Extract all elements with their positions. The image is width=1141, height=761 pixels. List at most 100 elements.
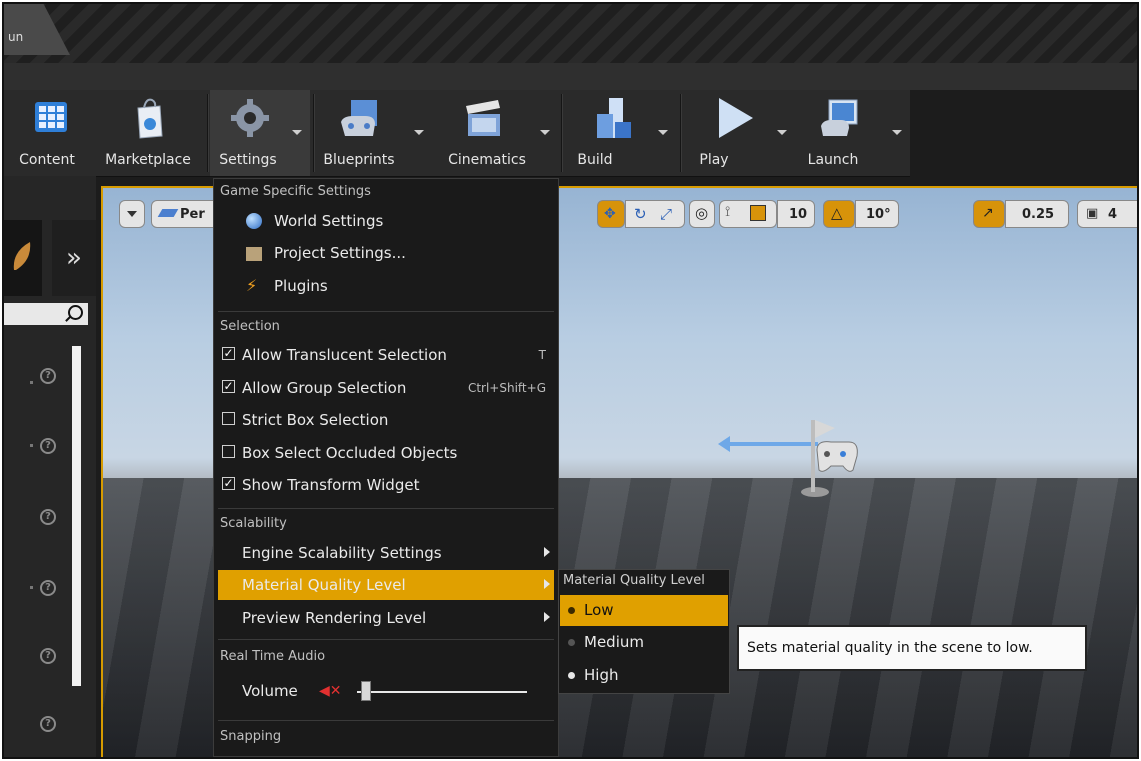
launch-dropdown-icon <box>892 130 902 135</box>
quality-high-label: High <box>584 666 619 684</box>
settings-button[interactable]: Settings <box>210 90 310 176</box>
foliage-mode-tab[interactable] <box>4 220 42 296</box>
player-start-icon[interactable] <box>791 410 861 498</box>
allow-group-selection-item[interactable]: ✓ Allow Group Selection Ctrl+Shift+G <box>218 373 554 403</box>
viewport-options-button[interactable] <box>119 200 145 228</box>
build-label: Build <box>577 152 613 168</box>
allow-group-shortcut: Ctrl+Shift+G <box>467 381 546 395</box>
scale-arrow-icon: ↗ <box>982 205 994 221</box>
speaker-muted-icon[interactable]: ◀✕ <box>319 683 342 699</box>
quality-option-low[interactable]: Low <box>560 595 728 626</box>
material-quality-submenu: Material Quality Level Low Medium High <box>558 569 730 694</box>
box-select-occluded-item[interactable]: Box Select Occluded Objects <box>218 438 554 468</box>
blueprints-button[interactable]: Blueprints <box>316 90 426 176</box>
strict-box-label: Strict Box Selection <box>242 411 389 429</box>
settings-gear-icon <box>231 99 269 137</box>
box-occluded-checkbox[interactable] <box>222 445 235 458</box>
submenu-arrow-icon <box>544 612 550 622</box>
help-icon[interactable]: ? <box>40 648 56 664</box>
build-dropdown-icon <box>658 130 668 135</box>
preview-rendering-level-item[interactable]: Preview Rendering Level <box>218 603 554 633</box>
more-modes-button[interactable]: » <box>52 220 96 296</box>
show-transform-checkbox[interactable]: ✓ <box>222 477 235 490</box>
camera-speed-text: 4 <box>1108 207 1118 222</box>
scale-snap-value[interactable]: 0.25 <box>1005 200 1069 228</box>
play-dropdown-icon <box>777 130 787 135</box>
rotation-snap-text: 10° <box>866 207 891 222</box>
help-icon[interactable]: ? <box>40 509 56 525</box>
view-mode-label: Per <box>180 207 205 222</box>
section-real-time-audio: Real Time Audio <box>220 649 326 664</box>
submenu-arrow-icon <box>544 547 550 557</box>
title-bar: un <box>4 4 1137 63</box>
material-quality-level-item[interactable]: Material Quality Level <box>218 570 554 600</box>
world-local-toggle[interactable]: ◎ <box>689 200 715 228</box>
content-button[interactable]: Content <box>6 90 88 176</box>
scale-snap-toggle[interactable]: ↗ <box>973 200 1005 228</box>
world-settings-label: World Settings <box>274 212 384 230</box>
editor-window: un Content Marketplace Settings Blueprin… <box>2 2 1139 759</box>
help-icon[interactable]: ? <box>40 580 56 596</box>
section-selection: Selection <box>220 319 280 334</box>
surface-snap-button[interactable]: ⟟ <box>719 200 777 228</box>
quality-option-medium[interactable]: Medium <box>560 627 728 658</box>
radio-unselected-icon <box>568 672 575 679</box>
menu-divider <box>218 639 554 640</box>
engine-scalability-label: Engine Scalability Settings <box>242 544 442 562</box>
grid-snap-value[interactable]: 10 <box>777 200 815 228</box>
project-settings-item[interactable]: Project Settings... <box>218 238 554 268</box>
translate-mode-button[interactable]: ✥ <box>597 200 625 228</box>
play-button[interactable]: Play <box>683 90 795 176</box>
row-dot <box>30 381 33 384</box>
allow-translucent-selection-item[interactable]: ✓ Allow Translucent Selection T <box>218 340 554 370</box>
engine-scalability-item[interactable]: Engine Scalability Settings <box>218 538 554 568</box>
section-game-specific: Game Specific Settings <box>220 184 371 199</box>
grid-snap-text: 10 <box>789 207 808 222</box>
rotation-snap-toggle[interactable]: △ <box>823 200 855 228</box>
modes-panel: » ? ? ? ? ? ? <box>4 176 96 757</box>
toolbar-divider <box>680 94 682 172</box>
marketplace-label: Marketplace <box>105 152 191 168</box>
launch-button[interactable]: Launch <box>796 90 906 176</box>
clapperboard-icon <box>466 100 500 136</box>
content-grid-icon <box>35 102 67 132</box>
toolbar-divider <box>561 94 563 172</box>
main-toolbar: Content Marketplace Settings Blueprints … <box>4 90 910 177</box>
panel-search-input[interactable] <box>4 303 88 325</box>
strict-box-selection-item[interactable]: Strict Box Selection <box>218 405 554 435</box>
rotation-snap-value[interactable]: 10° <box>855 200 899 228</box>
build-button[interactable]: Build <box>564 90 674 176</box>
allow-translucent-shortcut: T <box>538 348 546 362</box>
row-dot <box>30 444 33 447</box>
material-quality-label: Material Quality Level <box>242 576 406 594</box>
allow-translucent-label: Allow Translucent Selection <box>242 346 447 364</box>
world-settings-item[interactable]: World Settings <box>218 206 554 236</box>
strict-box-checkbox[interactable] <box>222 412 235 425</box>
camera-icon: ▣ <box>1086 206 1099 221</box>
help-icon[interactable]: ? <box>40 368 56 384</box>
play-triangle-icon <box>719 98 753 138</box>
panel-scrollbar[interactable] <box>72 346 81 686</box>
content-label: Content <box>19 152 75 168</box>
help-icon[interactable]: ? <box>40 438 56 454</box>
allow-translucent-checkbox[interactable]: ✓ <box>222 347 235 360</box>
camera-speed-button[interactable]: ▣ 4 <box>1077 200 1137 228</box>
cinematics-button[interactable]: Cinematics <box>434 90 554 176</box>
box-occluded-label: Box Select Occluded Objects <box>242 444 458 462</box>
quality-low-label: Low <box>584 601 614 619</box>
move-icon: ✥ <box>604 206 616 222</box>
rotate-scale-mode-buttons[interactable]: ↻ ⤢ <box>625 200 685 228</box>
chevron-down-icon <box>127 211 137 217</box>
allow-group-checkbox[interactable]: ✓ <box>222 380 235 393</box>
help-icon[interactable]: ? <box>40 716 56 732</box>
quality-option-high[interactable]: High <box>560 660 728 691</box>
show-transform-widget-item[interactable]: ✓ Show Transform Widget <box>218 470 554 500</box>
volume-slider-handle[interactable] <box>361 681 371 701</box>
row-dot <box>30 586 33 589</box>
volume-slider-track[interactable] <box>357 691 527 693</box>
scale-snap-text: 0.25 <box>1022 207 1055 222</box>
marketplace-bag-icon <box>137 98 163 139</box>
plugins-item[interactable]: ⚡ Plugins <box>218 271 554 301</box>
level-document-tab[interactable]: un <box>4 4 70 55</box>
marketplace-button[interactable]: Marketplace <box>94 90 202 176</box>
